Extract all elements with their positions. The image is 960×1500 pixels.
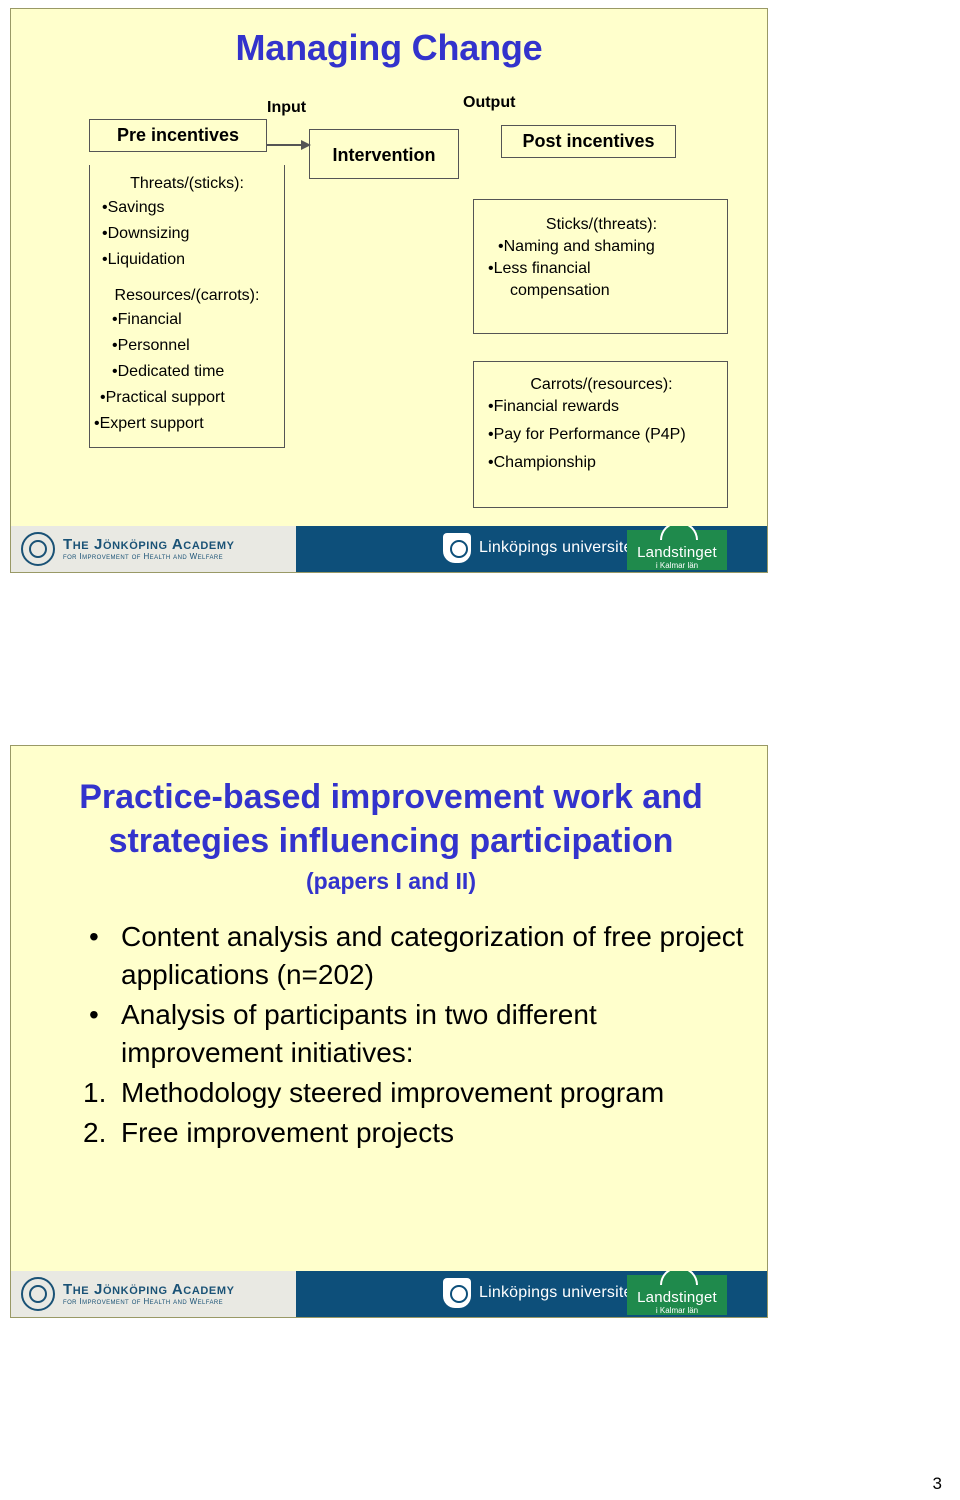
list-item-continuation: compensation [510, 282, 610, 299]
jonkoping-academy-logo: The Jönköping Academy for Improvement of… [11, 1271, 296, 1317]
slide2-title-line1: Practice-based improvement work and [79, 778, 703, 816]
resources-group-heading: Resources/(carrots): [114, 287, 260, 304]
landstinget-region: i Kalmar län [655, 561, 699, 570]
bullet-icon: • [89, 999, 99, 1031]
list-number: 2. [83, 1117, 107, 1149]
list-item: Dedicated time [117, 363, 225, 380]
list-item: Savings [107, 199, 165, 216]
academy-circle-icon [21, 532, 55, 566]
list-item: Liquidation [107, 251, 186, 268]
output-label: Output [463, 94, 516, 111]
list-item-text: Free improvement projects [121, 1117, 455, 1149]
university-shield-icon [443, 533, 471, 563]
landstinget-arc-icon [660, 1271, 698, 1285]
list-item: Championship [493, 454, 596, 471]
list-item: Naming and shaming [503, 238, 655, 255]
slide2-title-line2: strategies influencing participation [108, 821, 674, 860]
landstinget-arc-icon [660, 526, 698, 540]
slide-managing-change: Managing Change Input Output Pre incenti… [10, 8, 768, 573]
list-item: Expert support [99, 415, 204, 432]
pre-incentives-box: Pre incentives [89, 119, 267, 152]
list-item: • Content analysis and categorization of… [71, 918, 751, 994]
footer-logo-band: The Jönköping Academy for Improvement of… [11, 1271, 767, 1317]
list-number: 1. [83, 1077, 107, 1109]
sticks-heading: Sticks/(threats): [545, 216, 658, 233]
slide2-title: Practice-based improvement work and stra… [35, 776, 747, 863]
linkoping-university-logo: Linköpings universitet [443, 1278, 637, 1308]
academy-tagline: for Improvement of Health and Welfare [63, 1296, 224, 1306]
list-item-text: Content analysis and categorization of f… [121, 921, 744, 991]
sticks-threats-box: Sticks/(threats): Naming and shaming Les… [473, 199, 728, 334]
threats-group-heading: Threats/(sticks): [130, 175, 244, 192]
academy-tagline: for Improvement of Health and Welfare [63, 551, 224, 561]
input-arrow-icon [267, 140, 311, 150]
slide1-title: Managing Change [235, 27, 543, 68]
list-item: Personnel [117, 337, 190, 354]
linkoping-university-logo: Linköpings universitet [443, 533, 637, 563]
footer-logo-band: The Jönköping Academy for Improvement of… [11, 526, 767, 572]
carrots-heading: Carrots/(resources): [530, 376, 673, 393]
list-item: Practical support [105, 389, 225, 406]
list-item-text: Methodology steered improvement program [121, 1077, 665, 1109]
list-item: Downsizing [107, 225, 190, 242]
academy-circle-icon [21, 1277, 55, 1311]
list-item: • Analysis of participants in two differ… [71, 996, 751, 1072]
list-item: 1. Methodology steered improvement progr… [71, 1074, 751, 1112]
carrots-resources-box: Carrots/(resources): Financial rewards P… [473, 361, 728, 508]
slide2-subtitle: (papers I and II) [306, 868, 476, 894]
input-label: Input [267, 99, 307, 116]
list-item-text: Analysis of participants in two differen… [121, 999, 597, 1069]
slide-practice-based-improvement: Practice-based improvement work and stra… [10, 745, 768, 1318]
list-item: 2. Free improvement projects [71, 1114, 751, 1152]
university-name: Linköpings universitet [479, 1284, 638, 1301]
jonkoping-academy-logo: The Jönköping Academy for Improvement of… [11, 526, 296, 572]
university-shield-icon [443, 1278, 471, 1308]
intervention-box: Intervention [309, 129, 459, 179]
landstinget-logo: Landstinget i Kalmar län [627, 1271, 727, 1315]
academy-name: The Jönköping Academy [63, 535, 235, 553]
slide2-body: • Content analysis and categorization of… [71, 918, 751, 1154]
university-name: Linköpings universitet [479, 539, 638, 556]
list-item: Financial rewards [493, 398, 619, 415]
landstinget-region: i Kalmar län [655, 1306, 699, 1315]
landstinget-logo: Landstinget i Kalmar län [627, 526, 727, 570]
list-item: Financial [117, 311, 182, 328]
page-number: 3 [932, 1474, 942, 1493]
list-item: Pay for Performance (P4P) [493, 426, 686, 443]
academy-name: The Jönköping Academy [63, 1280, 235, 1298]
pre-incentives-list: Threats/(sticks): Savings Downsizing Liq… [89, 165, 285, 448]
bullet-icon: • [89, 921, 99, 952]
list-item: Less financial [493, 260, 591, 277]
post-incentives-box: Post incentives [501, 125, 676, 158]
